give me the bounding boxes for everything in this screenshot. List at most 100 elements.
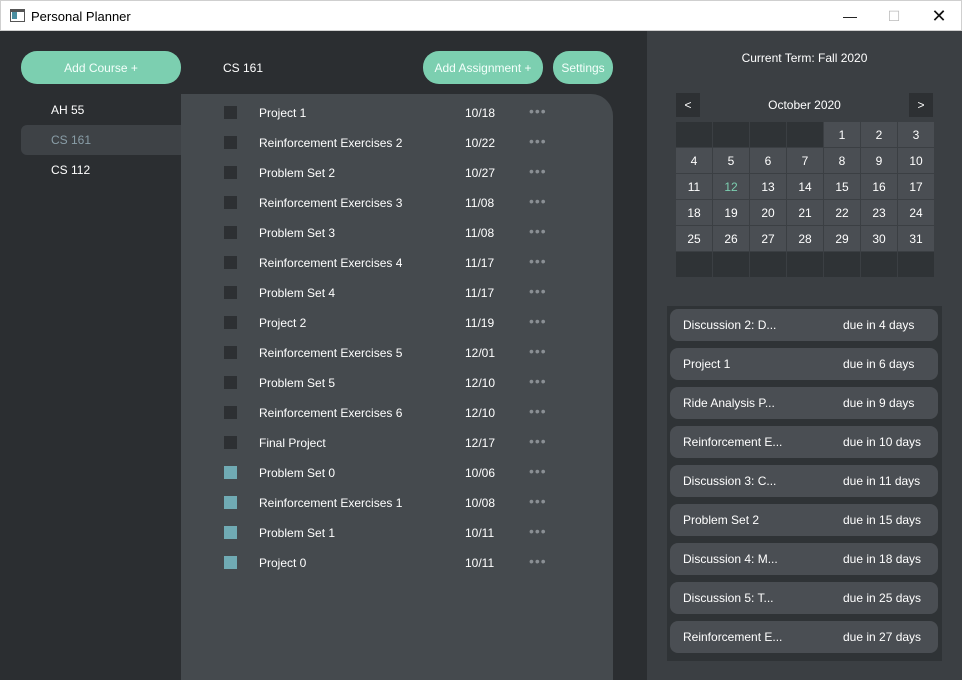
- calendar-day[interactable]: 18: [676, 200, 712, 225]
- assignment-checkbox[interactable]: [224, 286, 237, 299]
- assignment-name: Problem Set 4: [259, 286, 336, 300]
- due-item[interactable]: Discussion 2: D... due in 4 days: [670, 309, 938, 341]
- assignment-checkbox[interactable]: [224, 346, 237, 359]
- more-options-icon[interactable]: •••: [529, 373, 547, 389]
- assignment-due-date: 10/27: [465, 166, 496, 180]
- more-options-icon[interactable]: •••: [529, 463, 547, 479]
- assignment-name: Reinforcement Exercises 2: [259, 136, 403, 150]
- calendar-day[interactable]: 22: [824, 200, 860, 225]
- calendar-day[interactable]: 27: [750, 226, 786, 251]
- more-options-icon[interactable]: •••: [529, 493, 547, 509]
- calendar-day[interactable]: 30: [861, 226, 897, 251]
- calendar-empty-cell: [676, 252, 712, 277]
- due-item[interactable]: Discussion 5: T... due in 25 days: [670, 582, 938, 614]
- calendar-day[interactable]: 1: [824, 122, 860, 147]
- calendar-day[interactable]: 13: [750, 174, 786, 199]
- more-options-icon[interactable]: •••: [529, 313, 547, 329]
- assignment-row: Problem Set 0 10/06 •••: [181, 458, 613, 488]
- more-options-icon[interactable]: •••: [529, 433, 547, 449]
- due-item-countdown: due in 4 days: [843, 318, 915, 332]
- due-item[interactable]: Ride Analysis P... due in 9 days: [670, 387, 938, 419]
- maximize-button[interactable]: ☐: [871, 1, 917, 31]
- due-item[interactable]: Problem Set 2 due in 15 days: [670, 504, 938, 536]
- assignment-checkbox[interactable]: [224, 436, 237, 449]
- calendar-day[interactable]: 31: [898, 226, 934, 251]
- calendar-day[interactable]: 5: [713, 148, 749, 173]
- course-item[interactable]: CS 112: [21, 155, 181, 185]
- assignment-checkbox[interactable]: [224, 496, 237, 509]
- calendar-empty-cell: [861, 252, 897, 277]
- due-item-name: Ride Analysis P...: [683, 396, 775, 410]
- calendar-day[interactable]: 14: [787, 174, 823, 199]
- more-options-icon[interactable]: •••: [529, 193, 547, 209]
- calendar-day[interactable]: 16: [861, 174, 897, 199]
- due-item[interactable]: Project 1 due in 6 days: [670, 348, 938, 380]
- assignment-checkbox[interactable]: [224, 316, 237, 329]
- assignment-due-date: 12/10: [465, 406, 496, 420]
- calendar-day[interactable]: 7: [787, 148, 823, 173]
- assignment-checkbox[interactable]: [224, 526, 237, 539]
- more-options-icon[interactable]: •••: [529, 163, 547, 179]
- due-item[interactable]: Reinforcement E... due in 10 days: [670, 426, 938, 458]
- calendar-day[interactable]: 20: [750, 200, 786, 225]
- more-options-icon[interactable]: •••: [529, 103, 547, 119]
- calendar-day[interactable]: 6: [750, 148, 786, 173]
- calendar-day[interactable]: 4: [676, 148, 712, 173]
- assignment-checkbox[interactable]: [224, 166, 237, 179]
- calendar-day[interactable]: 23: [861, 200, 897, 225]
- more-options-icon[interactable]: •••: [529, 223, 547, 239]
- calendar-day[interactable]: 11: [676, 174, 712, 199]
- calendar-day[interactable]: 28: [787, 226, 823, 251]
- assignment-checkbox[interactable]: [224, 256, 237, 269]
- course-item[interactable]: AH 55: [21, 95, 181, 125]
- calendar-day[interactable]: 17: [898, 174, 934, 199]
- assignment-checkbox[interactable]: [224, 466, 237, 479]
- calendar-day[interactable]: 10: [898, 148, 934, 173]
- assignment-row: Problem Set 3 11/08 •••: [181, 218, 613, 248]
- assignment-checkbox[interactable]: [224, 196, 237, 209]
- calendar-day[interactable]: 26: [713, 226, 749, 251]
- due-item[interactable]: Reinforcement E... due in 27 days: [670, 621, 938, 653]
- due-item[interactable]: Discussion 3: C... due in 11 days: [670, 465, 938, 497]
- more-options-icon[interactable]: •••: [529, 523, 547, 539]
- assignment-checkbox[interactable]: [224, 556, 237, 569]
- calendar-day[interactable]: 8: [824, 148, 860, 173]
- assignment-checkbox[interactable]: [224, 226, 237, 239]
- calendar-day[interactable]: 19: [713, 200, 749, 225]
- assignment-row: Project 2 11/19 •••: [181, 308, 613, 338]
- due-item-name: Problem Set 2: [683, 513, 760, 527]
- more-options-icon[interactable]: •••: [529, 403, 547, 419]
- assignment-checkbox[interactable]: [224, 406, 237, 419]
- calendar-day[interactable]: 2: [861, 122, 897, 147]
- calendar-day[interactable]: 29: [824, 226, 860, 251]
- assignment-due-date: 10/06: [465, 466, 496, 480]
- due-item[interactable]: Discussion 4: M... due in 18 days: [670, 543, 938, 575]
- assignment-row: Reinforcement Exercises 6 12/10 •••: [181, 398, 613, 428]
- course-sidebar: Add Course + AH 55 CS 161 CS 112: [0, 31, 181, 680]
- calendar-day[interactable]: 15: [824, 174, 860, 199]
- more-options-icon[interactable]: •••: [529, 343, 547, 359]
- calendar-day[interactable]: 3: [898, 122, 934, 147]
- course-item[interactable]: CS 161: [21, 125, 181, 155]
- settings-button[interactable]: Settings: [553, 51, 613, 84]
- more-options-icon[interactable]: •••: [529, 253, 547, 269]
- calendar-day[interactable]: 25: [676, 226, 712, 251]
- more-options-icon[interactable]: •••: [529, 133, 547, 149]
- assignment-checkbox[interactable]: [224, 376, 237, 389]
- calendar-day[interactable]: 21: [787, 200, 823, 225]
- calendar-next-button[interactable]: >: [909, 93, 933, 117]
- calendar-day[interactable]: 24: [898, 200, 934, 225]
- calendar-prev-button[interactable]: <: [676, 93, 700, 117]
- more-options-icon[interactable]: •••: [529, 283, 547, 299]
- due-item-name: Discussion 5: T...: [683, 591, 774, 605]
- calendar-day[interactable]: 12: [713, 174, 749, 199]
- close-button[interactable]: ✕: [916, 1, 962, 31]
- add-assignment-button[interactable]: Add Assignment +: [423, 51, 543, 84]
- minimize-button[interactable]: —: [827, 1, 873, 31]
- more-options-icon[interactable]: •••: [529, 553, 547, 569]
- assignment-checkbox[interactable]: [224, 106, 237, 119]
- calendar-day[interactable]: 9: [861, 148, 897, 173]
- assignment-due-date: 12/10: [465, 376, 496, 390]
- add-course-button[interactable]: Add Course +: [21, 51, 181, 84]
- assignment-checkbox[interactable]: [224, 136, 237, 149]
